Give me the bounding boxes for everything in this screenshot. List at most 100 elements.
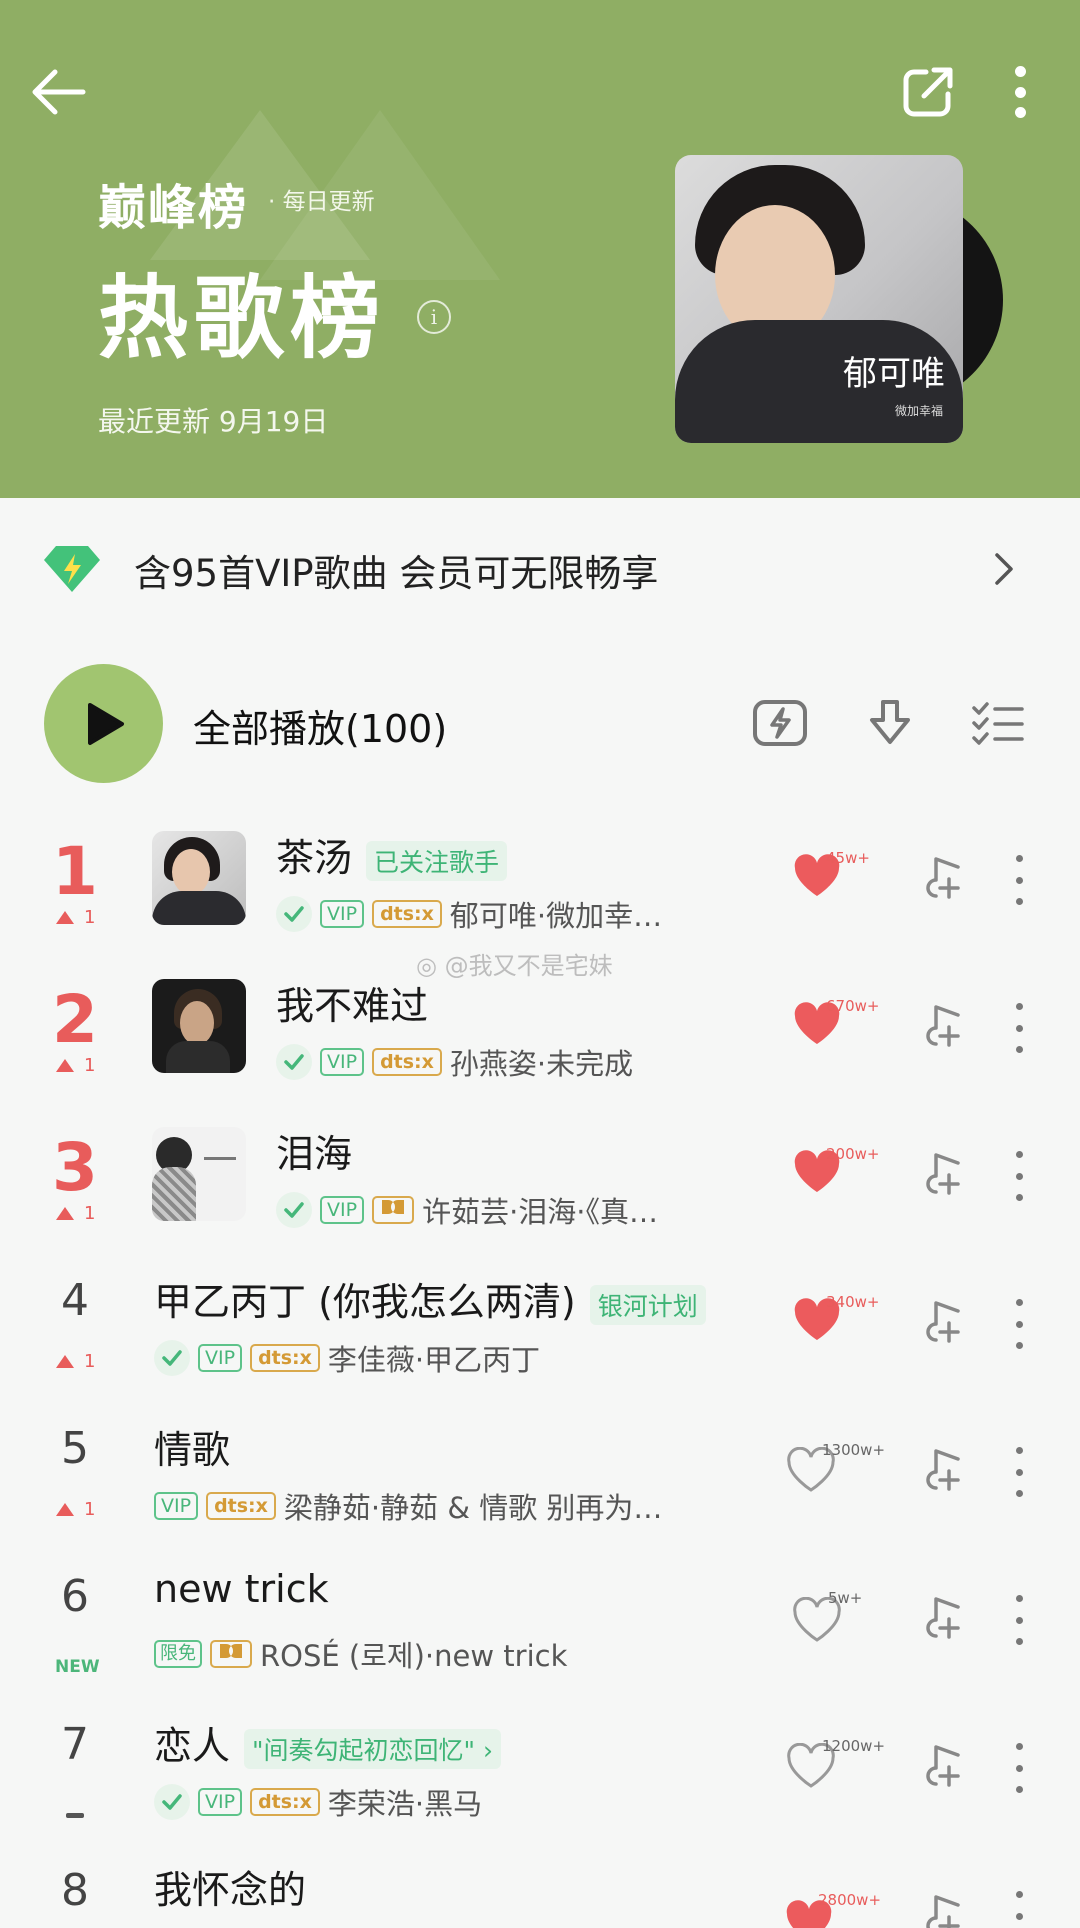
info-icon[interactable]: i <box>417 300 451 334</box>
song-title: 甲乙丙丁 (你我怎么两清) 银河计划 <box>154 1271 706 1326</box>
song-row[interactable]: 7 恋人 "间奏勾起初恋回忆" › VIP dts:x 李荣浩·黑马 1200w+ <box>0 1693 1080 1841</box>
song-more-button[interactable] <box>1009 1003 1029 1053</box>
last-updated: 最近更新 9月19日 <box>98 405 329 438</box>
downloaded-check-icon <box>154 1784 190 1820</box>
song-tag[interactable]: "间奏勾起初恋回忆" › <box>244 1728 501 1769</box>
rank-up-icon <box>56 1503 74 1516</box>
dot-icon <box>1015 1786 1023 1793</box>
multi-select-button[interactable] <box>968 696 1028 750</box>
rank-number: 8 <box>61 1865 89 1916</box>
dot-icon <box>1015 898 1023 905</box>
rank-change: 1 <box>56 907 95 928</box>
vip-tag: VIP <box>198 1344 243 1372</box>
rank-up-icon <box>56 1355 74 1368</box>
dot-icon <box>1015 1003 1023 1010</box>
free-limited-tag: 限免 <box>154 1640 202 1668</box>
song-row[interactable]: 3 1 泪海 VIP 许茹芸·泪海·《真… 200w+ <box>0 1101 1080 1249</box>
rank-change: 1 <box>56 1203 95 1224</box>
song-tag[interactable]: 银河计划 <box>589 1284 706 1325</box>
rank-number: 5 <box>61 1423 89 1474</box>
song-meta: VIP dts:x 梁静茹·静茹 & 情歌 别再为… <box>154 1485 662 1527</box>
dot-icon <box>1015 1342 1023 1349</box>
downloaded-check-icon <box>154 1340 190 1376</box>
song-meta: VIP dts:x 李佳薇·甲乙丙丁 <box>154 1337 540 1379</box>
download-button[interactable] <box>860 696 920 750</box>
song-row[interactable]: 1 1 茶汤 已关注歌手 VIP dts:x 郁可唯·微加幸… 45w+ <box>0 805 1080 953</box>
like-count: 5w+ <box>828 1589 863 1607</box>
dot-icon <box>1015 855 1023 862</box>
dts-x-tag: dts:x <box>250 1344 320 1372</box>
song-tag[interactable]: 已关注歌手 <box>366 840 508 881</box>
song-more-button[interactable] <box>1009 855 1029 905</box>
add-to-playlist-icon[interactable] <box>916 1001 966 1051</box>
add-to-playlist-icon[interactable] <box>916 1445 966 1495</box>
dts-x-tag: dts:x <box>372 900 442 928</box>
rank-change: 1 <box>56 1055 95 1076</box>
song-row[interactable]: 4 1 甲乙丙丁 (你我怎么两清) 银河计划 VIP dts:x 李佳薇·甲乙丙丁… <box>0 1249 1080 1397</box>
dolby-atmos-icon <box>210 1640 252 1668</box>
vip-banner[interactable]: 含95首VIP歌曲 会员可无限畅享 <box>0 498 1080 643</box>
page-title: 热歌榜 <box>98 266 386 371</box>
more-menu-button[interactable] <box>1000 62 1040 122</box>
like-count: 670w+ <box>826 997 880 1015</box>
artist-album[interactable]: 郁可唯·微加幸… <box>450 893 662 935</box>
brand-title: 巅峰榜 <box>98 180 249 236</box>
checklist-icon <box>972 702 1024 745</box>
song-more-button[interactable] <box>1009 1447 1029 1497</box>
vip-tag: VIP <box>320 900 365 928</box>
artist-album[interactable]: 李荣浩·黑马 <box>328 1781 482 1823</box>
new-entry-badge: NEW <box>55 1657 100 1677</box>
chevron-right-icon <box>995 553 1013 585</box>
artist-album[interactable]: 许茹芸·泪海·《真… <box>422 1189 658 1231</box>
dot-icon <box>1015 1638 1023 1645</box>
dot-icon <box>1015 1764 1023 1772</box>
song-row[interactable]: 5 1 情歌 VIP dts:x 梁静茹·静茹 & 情歌 别再为… 1300w+ <box>0 1397 1080 1545</box>
play-all-label[interactable]: 全部播放(100) <box>193 698 447 753</box>
lightning-icon <box>753 700 807 746</box>
song-more-button[interactable] <box>1009 1743 1029 1793</box>
rank-up-icon <box>56 911 74 924</box>
song-meta: 限免 ROSÉ (로제)·new trick <box>154 1633 567 1675</box>
song-more-button[interactable] <box>1009 1891 1029 1928</box>
dot-icon <box>1015 876 1023 884</box>
weibo-watermark: ◎ @我又不是宅妹 <box>416 952 613 980</box>
artist-album[interactable]: 孙燕姿·未完成 <box>450 1041 633 1083</box>
song-title: 茶汤 已关注歌手 <box>276 827 508 882</box>
song-more-button[interactable] <box>1009 1299 1029 1349</box>
vip-banner-text: 含95首VIP歌曲 会员可无限畅享 <box>134 552 659 595</box>
song-row[interactable]: 6 NEW new trick 限免 ROSÉ (로제)·new trick 5… <box>0 1545 1080 1693</box>
song-row[interactable]: 8 我怀念的 2800w+ <box>0 1841 1080 1928</box>
song-thumbnail <box>152 831 246 925</box>
back-button[interactable] <box>28 62 88 122</box>
add-to-playlist-icon[interactable] <box>916 1741 966 1791</box>
share-icon <box>903 67 953 117</box>
weibo-icon: ◎ <box>416 952 445 980</box>
share-button[interactable] <box>898 62 958 122</box>
album-cover[interactable]: 郁可唯 微加幸福 <box>675 155 963 443</box>
quick-play-button[interactable] <box>750 696 810 750</box>
rank-number: 3 <box>52 1129 98 1206</box>
play-icon <box>87 702 124 745</box>
dot-icon <box>1015 1024 1023 1032</box>
artist-album[interactable]: ROSÉ (로제)·new trick <box>260 1633 567 1675</box>
dts-x-tag: dts:x <box>250 1788 320 1816</box>
dot-icon <box>1015 1891 1023 1898</box>
vip-tag: VIP <box>198 1788 243 1816</box>
song-meta: VIP 许茹芸·泪海·《真… <box>276 1189 658 1231</box>
dot-icon <box>1015 1172 1023 1180</box>
song-title: 泪海 <box>276 1132 353 1176</box>
artist-album[interactable]: 梁静茹·静茹 & 情歌 别再为… <box>284 1485 663 1527</box>
song-more-button[interactable] <box>1009 1595 1029 1645</box>
add-to-playlist-icon[interactable] <box>916 1891 966 1928</box>
song-more-button[interactable] <box>1009 1151 1029 1201</box>
downloaded-check-icon <box>276 1192 312 1228</box>
chart-header: 巅峰榜 · 每日更新 热歌榜 i 最近更新 9月19日 郁可唯 微加幸福 <box>0 0 1080 498</box>
play-all-button[interactable] <box>44 664 163 783</box>
song-title: 情歌 <box>154 1428 231 1472</box>
dot-icon <box>1015 1490 1023 1497</box>
add-to-playlist-icon[interactable] <box>916 1297 966 1347</box>
artist-album[interactable]: 李佳薇·甲乙丙丁 <box>328 1337 540 1379</box>
add-to-playlist-icon[interactable] <box>916 853 966 903</box>
add-to-playlist-icon[interactable] <box>916 1593 966 1643</box>
add-to-playlist-icon[interactable] <box>916 1149 966 1199</box>
